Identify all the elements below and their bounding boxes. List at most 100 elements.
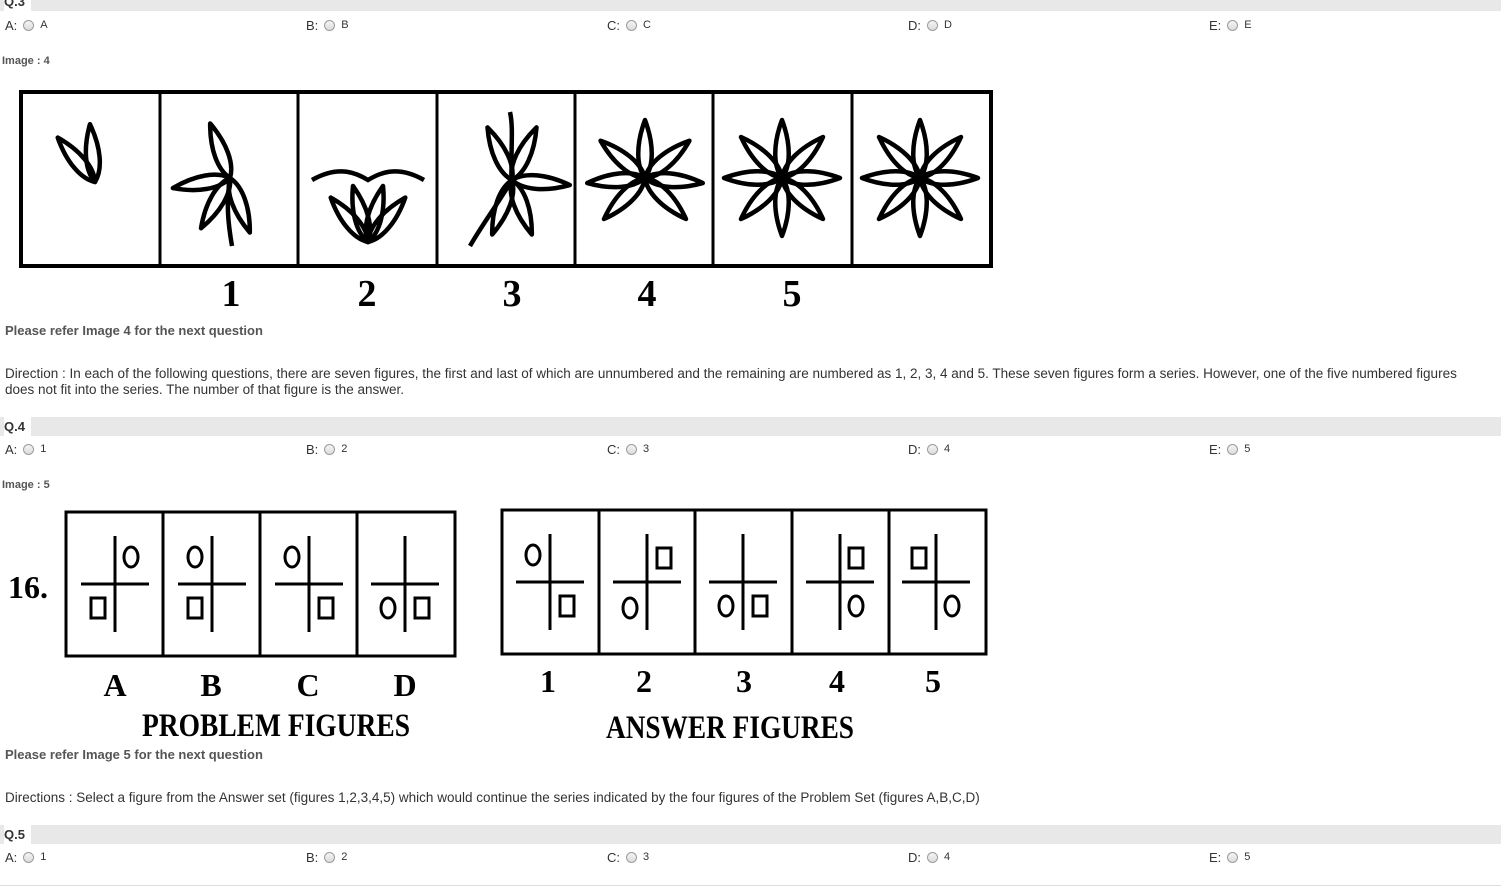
answer-number: 3 (736, 663, 752, 699)
option-letter: D: (908, 441, 921, 457)
option-letter: A: (5, 17, 18, 33)
problem-letter: B (200, 667, 221, 703)
flower-figure-1 (172, 121, 256, 247)
q3-options: A: A B: B C: C D: D E: E (0, 16, 1501, 34)
q3-option-c[interactable]: C: C (607, 16, 651, 34)
option-value: D (944, 19, 952, 31)
option-letter: A: (5, 849, 18, 865)
q4-option-e[interactable]: E: 5 (1209, 440, 1250, 458)
option-letter: C: (607, 849, 620, 865)
image5-figure: 16. A B C D 1 2 3 4 5 PROBLEM FIGURES AN… (8, 508, 988, 746)
image5-label: Image : 5 (2, 479, 50, 491)
problem-letter: A (103, 667, 126, 703)
option-letter: A: (5, 441, 18, 457)
radio-button[interactable] (324, 19, 336, 31)
radio-button[interactable] (324, 851, 336, 863)
q5-option-e[interactable]: E: 5 (1209, 848, 1250, 866)
flower-figure-5 (724, 120, 840, 236)
figure-number: 4 (638, 273, 657, 315)
answer-figure-4 (806, 534, 874, 630)
problem-caption: PROBLEM FIGURES (142, 708, 410, 744)
radio-button[interactable] (1227, 851, 1239, 863)
option-value: 5 (1244, 851, 1251, 863)
figure-number: 1 (222, 273, 241, 315)
q3-option-b[interactable]: B: B (306, 16, 349, 34)
radio-button[interactable] (23, 19, 35, 31)
answer-number: 5 (925, 663, 941, 699)
q4-header-bar (0, 417, 1501, 436)
radio-button[interactable] (626, 851, 637, 863)
answer-number: 1 (540, 663, 556, 699)
problem-letter: C (296, 667, 319, 703)
option-letter: E: (1209, 17, 1222, 33)
option-value: 3 (643, 443, 650, 455)
option-value: 5 (1244, 443, 1251, 455)
flower-figure-4 (587, 120, 704, 224)
problem-figure-d (371, 536, 439, 632)
option-value: 2 (341, 443, 348, 455)
option-letter: C: (607, 17, 620, 33)
image4-figure: 1 2 3 4 5 (19, 90, 993, 315)
q5-option-a[interactable]: A: 1 (5, 848, 46, 866)
q3-option-e[interactable]: E: E (1209, 16, 1252, 34)
problem-figure-a (81, 536, 149, 632)
problem-figure-c (275, 536, 343, 632)
option-value: E (1244, 19, 1252, 31)
answer-number: 4 (829, 663, 845, 699)
option-letter: D: (908, 17, 921, 33)
q5-options: A: 1 B: 2 C: 3 D: 4 E: 5 (0, 848, 1501, 866)
radio-button[interactable] (927, 443, 938, 455)
option-value: 4 (944, 443, 951, 455)
q5-option-c[interactable]: C: 3 (607, 848, 649, 866)
figure-number: 3 (503, 273, 522, 315)
image4-direction: Direction : In each of the following que… (5, 366, 1457, 397)
answer-figure-2 (613, 534, 681, 630)
flower-figure-3 (468, 111, 570, 248)
option-letter: B: (306, 849, 319, 865)
radio-button[interactable] (23, 851, 35, 863)
q4-option-b[interactable]: B: 2 (306, 440, 347, 458)
answer-caption: ANSWER FIGURES (606, 710, 854, 746)
flower-figure-end (862, 120, 978, 236)
option-value: 3 (643, 851, 650, 863)
q5-label: Q.5 (4, 825, 31, 844)
q3-option-a[interactable]: A: A (5, 16, 48, 34)
radio-button[interactable] (1227, 443, 1239, 455)
figure-number: 5 (783, 273, 802, 315)
radio-button[interactable] (927, 851, 938, 863)
option-value: 1 (40, 851, 47, 863)
radio-button[interactable] (626, 19, 637, 31)
answer-figure-1 (516, 534, 584, 630)
option-value: B (341, 19, 349, 31)
image5-refer-text: Please refer Image 5 for the next questi… (5, 747, 263, 762)
option-value: C (643, 19, 651, 31)
radio-button[interactable] (23, 443, 35, 455)
figure-frame (19, 90, 993, 268)
problem-letter: D (393, 667, 416, 703)
problem-figure-b (178, 536, 246, 632)
answer-figure-3 (709, 534, 777, 630)
radio-button[interactable] (927, 19, 938, 31)
q5-option-b[interactable]: B: 2 (306, 848, 347, 866)
q3-header-bar (0, 0, 1501, 11)
option-letter: B: (306, 17, 319, 33)
option-letter: D: (908, 849, 921, 865)
bottom-divider (0, 885, 1501, 886)
radio-button[interactable] (324, 443, 336, 455)
radio-button[interactable] (1227, 19, 1239, 31)
q4-option-d[interactable]: D: 4 (908, 440, 950, 458)
q4-label: Q.4 (4, 417, 31, 436)
option-letter: B: (306, 441, 319, 457)
question-number: 16. (8, 569, 48, 605)
option-letter: E: (1209, 441, 1222, 457)
q4-option-a[interactable]: A: 1 (5, 440, 46, 458)
answer-figure-5 (902, 534, 970, 630)
q4-option-c[interactable]: C: 3 (607, 440, 649, 458)
q3-option-d[interactable]: D: D (908, 16, 952, 34)
option-value: 2 (341, 851, 348, 863)
option-letter: E: (1209, 849, 1222, 865)
radio-button[interactable] (626, 443, 637, 455)
q5-header-bar (0, 825, 1501, 844)
q4-options: A: 1 B: 2 C: 3 D: 4 E: 5 (0, 440, 1501, 458)
q5-option-d[interactable]: D: 4 (908, 848, 950, 866)
